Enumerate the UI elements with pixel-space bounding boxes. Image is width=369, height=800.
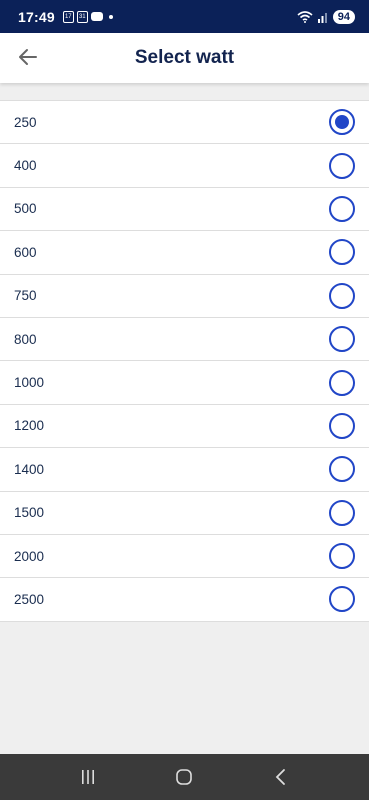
back-button[interactable] <box>14 43 42 71</box>
option-label: 750 <box>14 288 37 304</box>
status-time: 17:49 <box>18 8 55 25</box>
radio-button[interactable] <box>329 456 355 483</box>
watt-option-2000[interactable]: 2000 <box>0 535 369 579</box>
battery-indicator: 94 <box>332 9 355 24</box>
watt-option-400[interactable]: 400 <box>0 144 369 188</box>
home-icon <box>176 769 193 785</box>
option-label: 1500 <box>14 505 45 521</box>
watt-option-2500[interactable]: 2500 <box>0 578 369 622</box>
nav-back-button[interactable] <box>261 762 301 792</box>
option-label: 2000 <box>14 548 45 564</box>
signal-icon <box>317 12 327 23</box>
watt-option-800[interactable]: 800 <box>0 318 369 362</box>
home-button[interactable] <box>164 762 204 792</box>
watt-option-1000[interactable]: 1000 <box>0 361 369 405</box>
option-label: 600 <box>14 244 37 260</box>
calendar-17-icon: 17 <box>62 10 74 23</box>
page-title: Select watt <box>134 47 235 68</box>
option-label: 1400 <box>14 461 45 477</box>
option-label: 800 <box>14 331 37 347</box>
option-label: 400 <box>14 158 37 174</box>
watt-option-250[interactable]: 250 <box>0 101 369 145</box>
watt-option-500[interactable]: 500 <box>0 188 369 232</box>
app-bar: Select watt <box>0 33 369 83</box>
notification-dot-icon <box>108 14 113 19</box>
recent-apps-button[interactable] <box>68 762 108 792</box>
radio-button[interactable] <box>329 586 355 613</box>
radio-button-selected[interactable] <box>329 109 355 136</box>
option-label: 1000 <box>14 375 45 391</box>
option-label: 500 <box>14 201 37 217</box>
radio-button[interactable] <box>329 543 355 570</box>
recent-apps-icon <box>82 770 95 784</box>
radio-button[interactable] <box>329 369 355 396</box>
calendar-31-icon: 31 <box>76 10 88 23</box>
radio-button[interactable] <box>329 282 355 309</box>
arrow-left-icon <box>19 49 37 65</box>
watt-option-1200[interactable]: 1200 <box>0 405 369 449</box>
wifi-icon <box>297 10 313 23</box>
watt-option-list: 250 400 500 600 750 800 1000 1200 1400 1500 2000 25… <box>0 100 369 622</box>
option-label: 1200 <box>14 418 45 434</box>
radio-button[interactable] <box>329 412 355 439</box>
radio-dot <box>335 115 349 130</box>
status-right: 94 <box>297 9 355 24</box>
option-label: 2500 <box>14 591 45 607</box>
radio-button[interactable] <box>329 326 355 353</box>
message-icon <box>90 12 103 21</box>
radio-button[interactable] <box>329 499 355 526</box>
watt-option-750[interactable]: 750 <box>0 275 369 318</box>
radio-button[interactable] <box>329 239 355 266</box>
watt-option-1500[interactable]: 1500 <box>0 492 369 535</box>
option-label: 250 <box>14 114 37 130</box>
watt-option-1400[interactable]: 1400 <box>0 448 369 492</box>
radio-button[interactable] <box>329 195 355 222</box>
status-bar: 17:49 17 31 94 <box>0 0 369 33</box>
navigation-bar <box>0 754 369 800</box>
watt-option-600[interactable]: 600 <box>0 231 369 275</box>
radio-button[interactable] <box>329 152 355 179</box>
back-icon <box>275 769 285 785</box>
